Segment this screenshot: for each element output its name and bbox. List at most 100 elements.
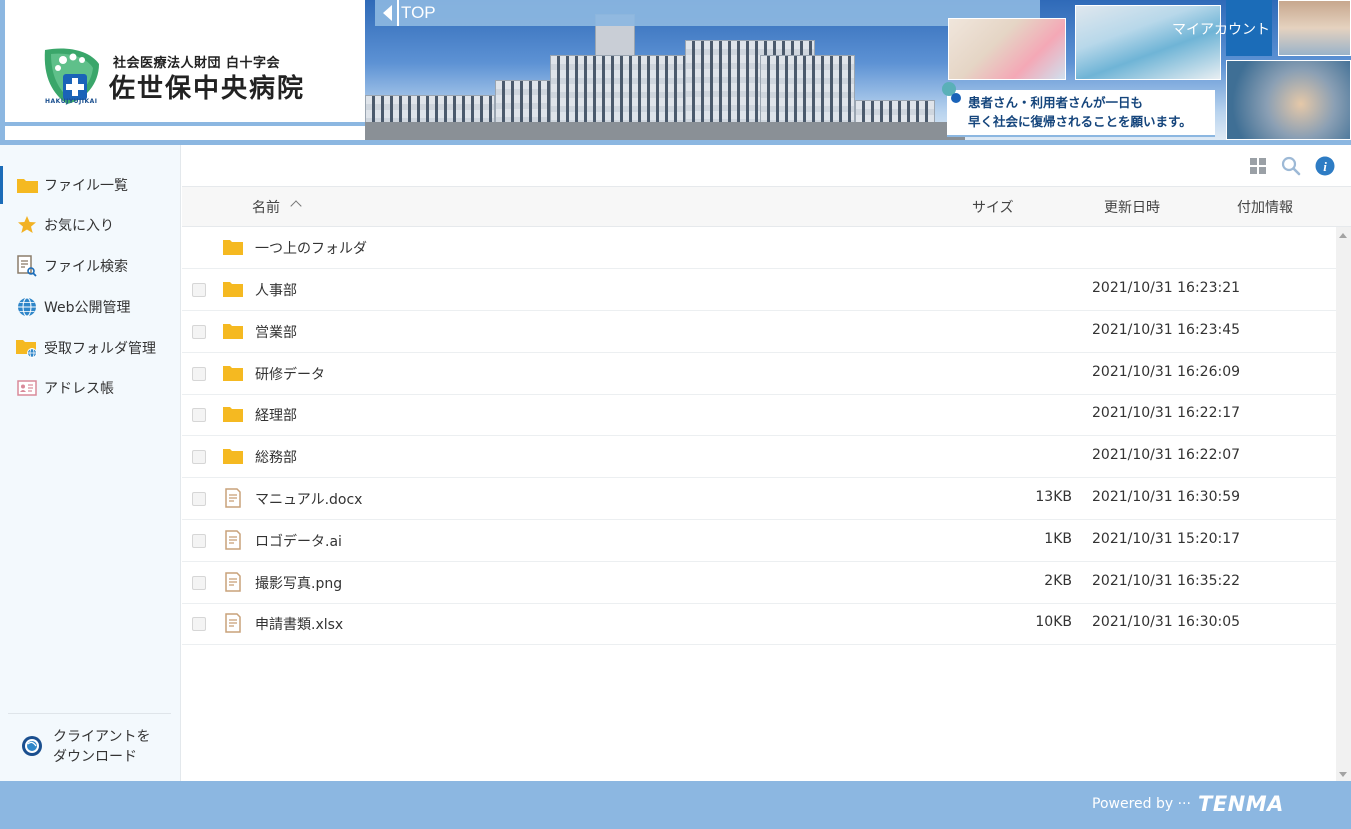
row-checkbox[interactable]	[192, 533, 206, 548]
address-book-icon	[16, 378, 38, 398]
sidebar-item-address-book[interactable]: アドレス帳	[0, 369, 181, 407]
table-row[interactable]: 営業部 2021/10/31 16:23:45	[182, 311, 1336, 353]
file-icon	[225, 571, 241, 592]
modified-date: 2021/10/31 16:30:59	[1092, 489, 1241, 505]
sidebar-item-label: Web公開管理	[44, 300, 131, 316]
photo-surgery	[1226, 60, 1351, 140]
file-name[interactable]: 総務部	[255, 447, 297, 467]
modified-date: 2021/10/31 16:35:22	[1092, 572, 1241, 589]
table-row[interactable]: ロゴデータ.ai 1KB 2021/10/31 15:20:17	[182, 520, 1336, 562]
file-name[interactable]: 申請書類.xlsx	[255, 614, 343, 634]
org-name: 佐世保中央病院	[109, 74, 306, 104]
client-download-label-1: クライアントを	[53, 729, 151, 745]
client-download-icon	[22, 736, 42, 756]
row-checkbox[interactable]	[192, 492, 206, 506]
globe-icon	[16, 297, 38, 317]
column-name[interactable]: 名前	[252, 197, 280, 217]
file-name[interactable]: 撮影写真.png	[255, 573, 342, 593]
column-size[interactable]: サイズ	[972, 197, 1014, 217]
powered-by-label: Powered by ···	[1092, 796, 1191, 812]
sidebar-item-label: ファイル一覧	[44, 178, 128, 194]
tagline: 患者さん・利用者さんが一日も 早く社会に復帰されることを願います。	[947, 90, 1215, 136]
photo-lecture	[1278, 0, 1351, 56]
row-checkbox[interactable]	[192, 324, 206, 339]
top-nav-button[interactable]: TOP	[375, 0, 1040, 26]
row-checkbox[interactable]	[192, 450, 206, 465]
modified-date: 2021/10/31 16:26:09	[1092, 363, 1241, 380]
table-row[interactable]: 撮影写真.png 2KB 2021/10/31 16:35:22	[182, 562, 1336, 604]
tagline-line-2: 早く社会に復帰されることを願います。	[968, 114, 1192, 129]
grid-view-icon[interactable]	[1248, 156, 1268, 176]
search-icon[interactable]	[1281, 156, 1301, 176]
table-row[interactable]: 総務部 2021/10/31 16:22:07	[182, 436, 1336, 479]
file-name[interactable]: 経理部	[255, 405, 297, 425]
row-checkbox[interactable]	[192, 283, 206, 297]
sidebar-item-favorites[interactable]: お気に入り	[0, 206, 181, 244]
sidebar: ファイル一覧 お気に入り ファイル検索 Web公開管理 受取フォルダ管理 アドレ…	[0, 145, 181, 781]
file-size: 10KB	[1035, 614, 1072, 631]
tagline-line-1: 患者さん・利用者さんが一日も	[968, 95, 1144, 110]
row-checkbox[interactable]	[192, 408, 206, 423]
table-row[interactable]: 研修データ 2021/10/31 16:26:09	[182, 353, 1336, 395]
modified-date: 2021/10/31 16:23:21	[1092, 280, 1241, 296]
sidebar-item-file-search[interactable]: ファイル検索	[0, 247, 181, 285]
hospital-logo[interactable]: HAKUJYUJIKAI 社会医療法人財団 白十字会 佐世保中央病院	[5, 0, 365, 140]
column-modified[interactable]: 更新日時	[1104, 197, 1160, 217]
file-icon	[225, 530, 241, 550]
row-checkbox[interactable]	[192, 366, 206, 381]
table-row[interactable]: 経理部 2021/10/31 16:22:17	[182, 394, 1336, 437]
client-download-button[interactable]: クライアントを ダウンロード	[0, 723, 181, 771]
folder-icon	[223, 407, 243, 423]
table-row[interactable]: 人事部 2021/10/31 16:23:21	[182, 269, 1336, 311]
parent-folder-row[interactable]: 一つ上のフォルダ	[182, 227, 1336, 269]
divider	[8, 713, 171, 714]
scroll-down-arrow-icon[interactable]	[1339, 772, 1347, 777]
file-name[interactable]: 研修データ	[255, 364, 325, 384]
file-size: 1KB	[1044, 530, 1072, 547]
row-checkbox[interactable]	[192, 575, 206, 590]
table-row[interactable]: マニュアル.docx 13KB 2021/10/31 16:30:59	[182, 478, 1336, 520]
svg-text:i: i	[1323, 159, 1327, 174]
file-icon	[225, 613, 241, 634]
sidebar-item-label: 受取フォルダ管理	[44, 341, 156, 357]
footer: Powered by ··· TENMA	[0, 781, 1351, 829]
folder-icon	[223, 449, 243, 465]
file-name[interactable]: マニュアル.docx	[255, 489, 362, 509]
org-roman-name: HAKUJYUJIKAI	[45, 98, 98, 105]
photo-staff-group	[1075, 5, 1221, 80]
my-account-label[interactable]: マイアカウント	[1172, 19, 1270, 39]
star-icon	[16, 215, 38, 235]
folder-icon	[223, 365, 243, 381]
tagline-dot	[951, 93, 961, 103]
vertical-scrollbar[interactable]	[1336, 227, 1351, 781]
sort-ascending-icon[interactable]	[290, 200, 302, 212]
sidebar-item-file-list[interactable]: ファイル一覧	[0, 166, 181, 204]
scroll-up-arrow-icon[interactable]	[1339, 233, 1347, 238]
folder-icon	[223, 240, 243, 255]
column-extra-info[interactable]: 付加情報	[1237, 197, 1293, 217]
info-icon[interactable]: i	[1315, 156, 1335, 176]
file-size: 2KB	[1044, 572, 1072, 589]
file-size: 13KB	[1035, 489, 1072, 505]
file-name[interactable]: 営業部	[255, 322, 297, 342]
row-checkbox[interactable]	[192, 617, 206, 632]
modified-date: 2021/10/31 16:30:05	[1092, 614, 1241, 631]
folder-icon	[223, 323, 243, 339]
sidebar-item-label: お気に入り	[44, 218, 114, 234]
folder-icon	[16, 175, 38, 195]
toolbar: i	[182, 145, 1351, 187]
file-name[interactable]: 人事部	[255, 280, 297, 300]
modified-date: 2021/10/31 16:22:17	[1092, 405, 1241, 422]
folder-globe-icon	[16, 338, 38, 358]
sidebar-item-web-publish[interactable]: Web公開管理	[0, 288, 181, 326]
photo-nurse	[948, 18, 1066, 80]
top-nav-label: TOP	[401, 3, 436, 22]
file-name[interactable]: ロゴデータ.ai	[255, 531, 342, 551]
sidebar-item-receive-folder[interactable]: 受取フォルダ管理	[0, 329, 181, 367]
file-search-icon	[16, 255, 38, 277]
modified-date: 2021/10/31 16:23:45	[1092, 321, 1241, 338]
parent-folder-label: 一つ上のフォルダ	[255, 241, 367, 257]
logo-underline	[5, 122, 365, 126]
modified-date: 2021/10/31 15:20:17	[1092, 530, 1241, 547]
table-row[interactable]: 申請書類.xlsx 10KB 2021/10/31 16:30:05	[182, 603, 1336, 646]
